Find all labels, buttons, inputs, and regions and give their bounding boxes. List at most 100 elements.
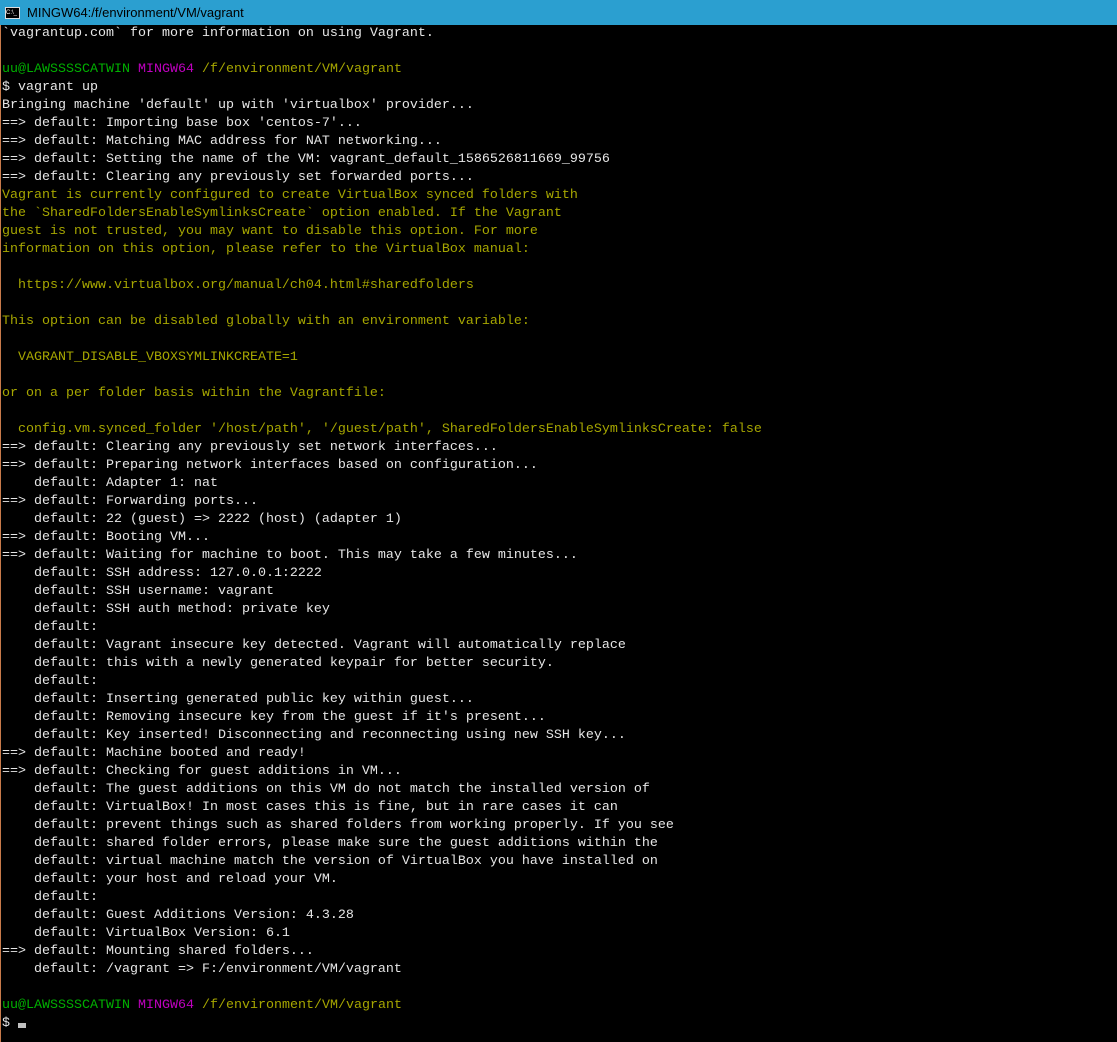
line-text: guest is not trusted, you may want to di… <box>2 224 538 239</box>
output-line: default: Inserting generated public key … <box>2 691 1116 709</box>
line-text: default: VirtualBox Version: 6.1 <box>2 926 290 941</box>
line-text: default: SSH auth method: private key <box>2 602 330 617</box>
terminal-icon: C:\_ <box>5 6 20 19</box>
line-text: default: VirtualBox! In most cases this … <box>2 800 618 815</box>
line-text: $ <box>2 1016 18 1031</box>
output-line: ==> default: Checking for guest addition… <box>2 763 1116 781</box>
output-line: default: Guest Additions Version: 4.3.28 <box>2 907 1116 925</box>
line-text: the `SharedFoldersEnableSymlinksCreate` … <box>2 206 562 221</box>
title-bar[interactable]: C:\_ MINGW64:/f/environment/VM/vagrant <box>0 0 1117 25</box>
line-text: default: prevent things such as shared f… <box>2 818 674 833</box>
output-line: default: VirtualBox! In most cases this … <box>2 799 1116 817</box>
line-text: ==> default: Preparing network interface… <box>2 458 538 473</box>
output-line: ==> default: Matching MAC address for NA… <box>2 133 1116 151</box>
output-line: the `SharedFoldersEnableSymlinksCreate` … <box>2 205 1116 223</box>
line-text: ==> default: Forwarding ports... <box>2 494 258 509</box>
prompt-line: uu@LAWSSSSCATWIN MINGW64 /f/environment/… <box>2 61 1116 79</box>
line-text: default: SSH username: vagrant <box>2 584 274 599</box>
output-line: ==> default: Waiting for machine to boot… <box>2 547 1116 565</box>
line-text: default: shared folder errors, please ma… <box>2 836 658 851</box>
line-text: default: <box>2 674 98 689</box>
output-line: default: /vagrant => F:/environment/VM/v… <box>2 961 1116 979</box>
output-line: ==> default: Machine booted and ready! <box>2 745 1116 763</box>
output-line: default: <box>2 889 1116 907</box>
output-line: ==> default: Setting the name of the VM:… <box>2 151 1116 169</box>
output-line: default: SSH auth method: private key <box>2 601 1116 619</box>
line-text: default: Inserting generated public key … <box>2 692 474 707</box>
output-line: default: shared folder errors, please ma… <box>2 835 1116 853</box>
output-line: $ <box>2 1015 1116 1033</box>
line-text: default: The guest additions on this VM … <box>2 782 650 797</box>
output-line: default: Key inserted! Disconnecting and… <box>2 727 1116 745</box>
output-line: default: SSH address: 127.0.0.1:2222 <box>2 565 1116 583</box>
output-line: default: Vagrant insecure key detected. … <box>2 637 1116 655</box>
line-text: default: Removing insecure key from the … <box>2 710 546 725</box>
output-line: default: virtual machine match the versi… <box>2 853 1116 871</box>
line-text: or on a per folder basis within the Vagr… <box>2 386 386 401</box>
line-text: ==> default: Importing base box 'centos-… <box>2 116 362 131</box>
line-text: default: Guest Additions Version: 4.3.28 <box>2 908 354 923</box>
cursor[interactable] <box>18 1023 26 1028</box>
output-line: default: prevent things such as shared f… <box>2 817 1116 835</box>
output-line: VAGRANT_DISABLE_VBOXSYMLINKCREATE=1 <box>2 349 1116 367</box>
line-text: Bringing machine 'default' up with 'virt… <box>2 98 474 113</box>
output-line: ==> default: Clearing any previously set… <box>2 439 1116 457</box>
line-text: ==> default: Mounting shared folders... <box>2 944 314 959</box>
output-line: information on this option, please refer… <box>2 241 1116 259</box>
output-line: default: The guest additions on this VM … <box>2 781 1116 799</box>
line-text: ==> default: Waiting for machine to boot… <box>2 548 578 563</box>
line-text: ==> default: Checking for guest addition… <box>2 764 402 779</box>
line-text: https://www.virtualbox.org/manual/ch04.h… <box>2 278 474 293</box>
terminal-output[interactable]: `vagrantup.com` for more information on … <box>0 25 1116 1042</box>
output-line: default: <box>2 619 1116 637</box>
line-text: ==> default: Clearing any previously set… <box>2 440 498 455</box>
line-text: default: 22 (guest) => 2222 (host) (adap… <box>2 512 402 527</box>
line-text: ==> default: Booting VM... <box>2 530 210 545</box>
line-text: `vagrantup.com` for more information on … <box>2 26 434 41</box>
line-text: ==> default: Clearing any previously set… <box>2 170 474 185</box>
window-title: MINGW64:/f/environment/VM/vagrant <box>27 5 244 20</box>
output-line: ==> default: Clearing any previously set… <box>2 169 1116 187</box>
output-line: default: your host and reload your VM. <box>2 871 1116 889</box>
output-line: config.vm.synced_folder '/host/path', '/… <box>2 421 1116 439</box>
output-line: ==> default: Importing base box 'centos-… <box>2 115 1116 133</box>
line-text: default: SSH address: 127.0.0.1:2222 <box>2 566 322 581</box>
line-text: ==> default: Setting the name of the VM:… <box>2 152 610 167</box>
line-text: default: /vagrant => F:/environment/VM/v… <box>2 962 402 977</box>
output-line: default: VirtualBox Version: 6.1 <box>2 925 1116 943</box>
line-text: default: Adapter 1: nat <box>2 476 218 491</box>
output-line: ==> default: Mounting shared folders... <box>2 943 1116 961</box>
line-text: default: virtual machine match the versi… <box>2 854 658 869</box>
output-line: ==> default: Booting VM... <box>2 529 1116 547</box>
line-text: ==> default: Matching MAC address for NA… <box>2 134 442 149</box>
line-text: $ vagrant up <box>2 80 98 95</box>
line-text: This option can be disabled globally wit… <box>2 314 530 329</box>
prompt-env: MINGW64 <box>137 62 194 77</box>
line-text: default: Vagrant insecure key detected. … <box>2 638 626 653</box>
output-line: Vagrant is currently configured to creat… <box>2 187 1116 205</box>
line-text: default: this with a newly generated key… <box>2 656 554 671</box>
output-line: or on a per folder basis within the Vagr… <box>2 385 1116 403</box>
prompt-env: MINGW64 <box>137 998 194 1013</box>
output-line: default: Adapter 1: nat <box>2 475 1116 493</box>
prompt-user: uu@LAWSSSSCATWIN <box>2 998 130 1013</box>
line-text: default: <box>2 890 98 905</box>
output-line: $ vagrant up <box>2 79 1116 97</box>
line-text: information on this option, please refer… <box>2 242 530 257</box>
line-text: default: <box>2 620 98 635</box>
output-line: ==> default: Forwarding ports... <box>2 493 1116 511</box>
prompt-path: /f/environment/VM/vagrant <box>201 62 402 77</box>
prompt-user: uu@LAWSSSSCATWIN <box>2 62 130 77</box>
line-text: default: Key inserted! Disconnecting and… <box>2 728 626 743</box>
output-line: default: Removing insecure key from the … <box>2 709 1116 727</box>
output-line: guest is not trusted, you may want to di… <box>2 223 1116 241</box>
prompt-path: /f/environment/VM/vagrant <box>201 998 402 1013</box>
output-line: ==> default: Preparing network interface… <box>2 457 1116 475</box>
